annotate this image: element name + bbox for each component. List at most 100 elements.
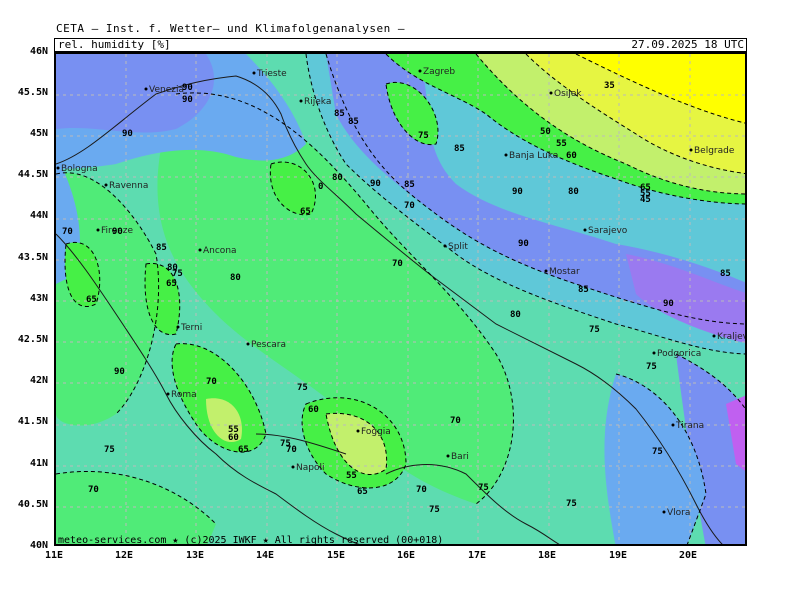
contour-label: 75 bbox=[104, 445, 115, 455]
contour-label: 90 bbox=[512, 187, 523, 197]
contour-label: 65 bbox=[300, 207, 311, 217]
city-marker bbox=[418, 69, 422, 73]
contour-label: 65 bbox=[166, 279, 177, 289]
contour-label: 75 bbox=[429, 505, 440, 515]
contour-label: 90 bbox=[114, 367, 125, 377]
contour-label: 60 bbox=[308, 405, 319, 415]
lat-label: 44.5N bbox=[17, 169, 48, 180]
lon-label: 17E bbox=[467, 550, 487, 561]
variable-label: rel. humidity [%] bbox=[58, 38, 171, 51]
contour-label: 85 bbox=[578, 285, 589, 295]
contour-label: 35 bbox=[604, 81, 615, 91]
city-marker bbox=[96, 228, 100, 232]
contour-label: 90 bbox=[112, 227, 123, 237]
contour-label: 70 bbox=[206, 377, 217, 387]
contour-label: 70 bbox=[392, 259, 403, 269]
map-area: Venezia Trieste Rijeka Zagreb Osijek Bologna R… bbox=[54, 52, 747, 546]
contour-label: 75 bbox=[652, 447, 663, 457]
contour-label: 75 bbox=[589, 325, 600, 335]
lat-label: 41N bbox=[29, 458, 48, 469]
city-marker bbox=[583, 228, 587, 232]
lon-label: 20E bbox=[678, 550, 698, 561]
contour-label: 90 bbox=[663, 299, 674, 309]
city-marker bbox=[166, 392, 170, 396]
contour-label: 75 bbox=[566, 499, 577, 509]
city-label: Foggia bbox=[361, 427, 391, 437]
city-marker bbox=[299, 99, 303, 103]
city-marker bbox=[252, 71, 256, 75]
contour-label: 75 bbox=[297, 383, 308, 393]
contour-label: 60 bbox=[566, 151, 577, 161]
lon-label: 15E bbox=[326, 550, 346, 561]
city-label: Terni bbox=[180, 323, 202, 333]
lon-label: 16E bbox=[396, 550, 416, 561]
city-marker bbox=[549, 91, 553, 95]
lat-label: 45.5N bbox=[17, 87, 48, 98]
contour-label: 70 bbox=[404, 201, 415, 211]
contour-label: 70 bbox=[450, 416, 461, 426]
contour-label: 90 bbox=[182, 83, 193, 93]
city-label: Ravenna bbox=[109, 181, 148, 191]
contour-label: 90 bbox=[370, 179, 381, 189]
city-label: Napoli bbox=[296, 463, 324, 473]
city-marker bbox=[443, 244, 447, 248]
contour-label: 90 bbox=[122, 129, 133, 139]
contour-label: 0 bbox=[318, 182, 323, 192]
city-label: Rijeka bbox=[304, 97, 331, 107]
lat-label: 46N bbox=[29, 46, 48, 57]
city-label: Split bbox=[448, 242, 468, 252]
lon-label: 18E bbox=[537, 550, 557, 561]
contour-label: 85 bbox=[334, 109, 345, 119]
contour-label: 80 bbox=[510, 310, 521, 320]
city-label: Vlora bbox=[667, 508, 690, 518]
contour-label: 85 bbox=[156, 243, 167, 253]
city-label: Osijek bbox=[554, 89, 582, 99]
contour-label: 70 bbox=[416, 485, 427, 495]
lat-label: 41.5N bbox=[17, 416, 48, 427]
city-marker bbox=[504, 153, 508, 157]
city-marker bbox=[662, 510, 666, 514]
chart-title: CETA — Inst. f. Wetter— und Klimafolgena… bbox=[56, 22, 406, 35]
valid-time: 27.09.2025 18 UTC bbox=[631, 38, 744, 51]
city-marker bbox=[446, 454, 450, 458]
lon-label: 11E bbox=[44, 550, 64, 561]
city-marker bbox=[689, 148, 693, 152]
city-label: Bari bbox=[451, 452, 469, 462]
city-marker bbox=[544, 269, 548, 273]
contour-label: 70 bbox=[88, 485, 99, 495]
city-label: Pescara bbox=[251, 340, 286, 350]
lon-label: 19E bbox=[608, 550, 628, 561]
lon-label: 12E bbox=[114, 550, 134, 561]
lat-label: 42.5N bbox=[17, 334, 48, 345]
city-label: Roma bbox=[171, 390, 197, 400]
city-label: Banja Luka bbox=[509, 151, 558, 161]
contour-label: 80 bbox=[230, 273, 241, 283]
contour-label: 75 bbox=[418, 131, 429, 141]
contour-label: 75 bbox=[478, 483, 489, 493]
contour-label: 65 bbox=[357, 487, 368, 497]
contour-label: 60 bbox=[228, 433, 239, 443]
city-label: Trieste bbox=[256, 69, 287, 79]
city-marker bbox=[198, 248, 202, 252]
copyright-notice: meteo-services.com ★ (c)2025 IWKF ★ All … bbox=[58, 535, 444, 546]
contour-label: 90 bbox=[182, 95, 193, 105]
contour-label: 85 bbox=[454, 144, 465, 154]
lat-label: 44N bbox=[29, 210, 48, 221]
contour-label: 65 bbox=[238, 445, 249, 455]
contour-label: 80 bbox=[568, 187, 579, 197]
contour-label: 50 bbox=[540, 127, 551, 137]
city-marker bbox=[712, 334, 716, 338]
contour-label: 85 bbox=[720, 269, 731, 279]
contour-label: 75 bbox=[172, 269, 183, 279]
city-marker bbox=[246, 342, 250, 346]
contour-label: 90 bbox=[518, 239, 529, 249]
city-label: Venezia bbox=[149, 85, 184, 95]
contour-label: 45 bbox=[640, 195, 651, 205]
lat-label: 45N bbox=[29, 128, 48, 139]
city-label: Bologna bbox=[61, 164, 98, 174]
city-marker bbox=[652, 351, 656, 355]
city-marker bbox=[671, 423, 675, 427]
city-label: Belgrade bbox=[694, 146, 735, 156]
lon-label: 13E bbox=[185, 550, 205, 561]
city-label: Zagreb bbox=[423, 67, 455, 77]
